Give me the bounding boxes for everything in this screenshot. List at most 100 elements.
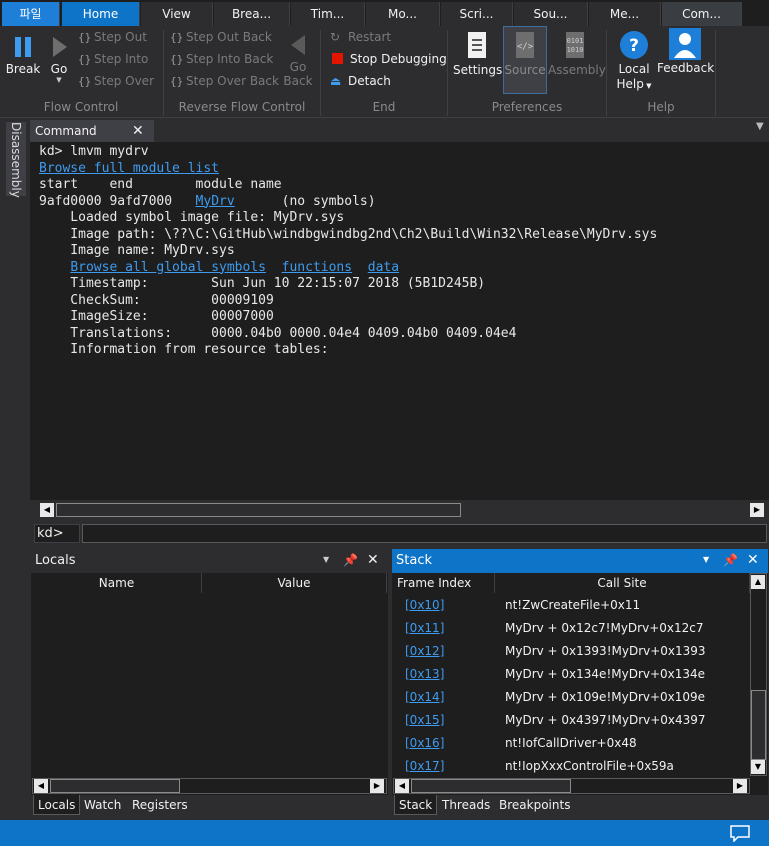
stack-col-frame-index[interactable]: Frame Index [393,573,495,593]
module-mydrv-link[interactable]: MyDrv [196,194,235,209]
stack-row[interactable]: [0x15] MyDrv + 0x4397!MyDrv+0x4397 [394,709,750,732]
step-into-back-button[interactable]: {} Step Into Back [170,52,273,66]
scroll-left-icon[interactable]: ◀ [395,779,409,793]
step-over-back-button[interactable]: {} Step Over Back [170,74,279,88]
pin-icon[interactable]: 📌 [343,553,358,567]
scroll-right-icon[interactable]: ▶ [370,779,384,793]
tab-view[interactable]: View [141,2,213,26]
tab-watch[interactable]: Watch [80,795,125,815]
browse-global-symbols-link[interactable]: Browse all global symbols [70,260,266,275]
functions-link[interactable]: functions [282,260,352,275]
scroll-up-icon[interactable]: ▲ [751,575,765,589]
source-button[interactable]: </> Source [503,26,547,94]
stack-row[interactable]: [0x14] MyDrv + 0x109e!MyDrv+0x109e [394,686,750,709]
tab-registers[interactable]: Registers [128,795,192,815]
frame-index-link[interactable]: [0x13] [405,663,444,686]
settings-button[interactable]: Settings [453,28,502,94]
step-over-back-icon: {} [170,75,184,88]
play-icon [53,37,67,57]
step-over-button[interactable]: {} Step Over [78,74,154,88]
frame-index-link[interactable]: [0x14] [405,686,444,709]
call-site: nt!IofCallDriver+0x48 [505,736,637,750]
go-back-button[interactable]: Go Back [282,30,314,96]
frame-index-link[interactable]: [0x16] [405,732,444,755]
tab-time-travel[interactable]: Tim... [291,2,365,26]
flow-control-group-label: Flow Control [43,100,119,114]
close-icon[interactable]: ✕ [747,552,759,568]
call-site: MyDrv + 0x109e!MyDrv+0x109e [505,690,706,704]
scrollbar-thumb[interactable] [50,779,180,793]
locals-col-name[interactable]: Name [32,573,202,593]
tab-scripting[interactable]: Scri... [441,2,513,26]
detach-button[interactable]: ⏏ Detach [330,74,391,88]
scroll-left-icon[interactable]: ◀ [34,779,48,793]
close-icon[interactable]: ✕ [367,552,379,568]
tab-breakpoints[interactable]: Brea... [214,2,290,26]
feedback-button[interactable]: Feedback [657,28,714,80]
frame-index-link[interactable]: [0x10] [405,594,444,617]
scrollbar-thumb[interactable] [751,690,766,760]
stack-row[interactable]: [0x12] MyDrv + 0x1393!MyDrv+0x1393 [394,640,750,663]
local-help-button[interactable]: ? Local Help ▼ [612,28,656,98]
frame-index-link[interactable]: [0x11] [405,617,444,640]
tab-memory[interactable]: Me... [589,2,661,26]
chevron-down-icon: ▼ [56,76,62,84]
tab-source[interactable]: Sou... [514,2,588,26]
output-line: Translations: 0000.04b0 0000.04e4 0409.0… [39,325,517,341]
locals-col-value[interactable]: Value [202,573,387,593]
ribbon-tab-bar: 파일 Home View Brea... Tim... Mo... Scri..… [0,0,769,26]
tab-stack[interactable]: Stack [394,795,438,815]
step-out-button[interactable]: {} Step Out [78,30,147,44]
tab-command[interactable]: Com... [662,2,742,26]
help-icon: ? [620,31,648,59]
scroll-left-icon[interactable]: ◀ [40,503,54,517]
step-into-icon: {} [78,53,92,66]
frame-index-link[interactable]: [0x15] [405,709,444,732]
stack-row[interactable]: [0x10] nt!ZwCreateFile+0x11 [394,594,750,617]
chevron-down-icon: ▼ [643,82,652,90]
break-label: Break [5,62,41,76]
scrollbar-thumb[interactable] [411,779,571,793]
svg-text:1010: 1010 [567,46,584,54]
disassembly-side-tab[interactable]: Disassembly [6,122,26,198]
data-link[interactable]: data [368,260,399,275]
break-button[interactable]: Break [4,30,42,86]
tab-threads[interactable]: Threads [438,795,494,815]
close-icon[interactable]: ✕ [132,120,146,142]
tab-locals[interactable]: Locals [33,795,81,815]
output-line: CheckSum: 00009109 [39,292,274,308]
window-menu-icon[interactable]: ▼ [756,121,764,132]
tab-model[interactable]: Mo... [366,2,440,26]
stack-row[interactable]: [0x17] nt!IopXxxControlFile+0x59a [394,755,750,778]
tab-breakpoints-pane[interactable]: Breakpoints [495,795,574,815]
scroll-down-icon[interactable]: ▼ [751,760,765,774]
stack-row[interactable]: [0x13] MyDrv + 0x134e!MyDrv+0x134e [394,663,750,686]
command-input[interactable] [82,524,767,543]
scroll-right-icon[interactable]: ▶ [733,779,747,793]
frame-index-link[interactable]: [0x12] [405,640,444,663]
pin-icon[interactable]: 📌 [723,553,738,567]
stack-row[interactable]: [0x16] nt!IofCallDriver+0x48 [394,732,750,755]
stop-debugging-button[interactable]: Stop Debugging [330,52,447,66]
step-out-back-button[interactable]: {} Step Out Back [170,30,272,44]
command-horizontal-scrollbar[interactable]: ◀ ▶ [30,500,769,520]
chevron-down-icon[interactable]: ▼ [323,555,329,564]
frame-index-link[interactable]: [0x17] [405,755,444,778]
tab-home[interactable]: Home [62,2,140,26]
stack-row[interactable]: [0x11] MyDrv + 0x12c7!MyDrv+0x12c7 [394,617,750,640]
stack-pane-title: Stack [392,549,768,573]
output-line: Browse all global symbols functions data [39,260,769,277]
call-site: MyDrv + 0x4397!MyDrv+0x4397 [505,713,706,727]
chevron-down-icon[interactable]: ▼ [703,555,709,564]
browse-module-list-link[interactable]: Browse full module list [39,161,219,176]
tab-file[interactable]: 파일 [2,2,60,26]
scroll-right-icon[interactable]: ▶ [750,503,764,517]
assembly-button[interactable]: 0101 1010 Assembly [548,28,606,94]
step-over-icon: {} [78,75,92,88]
stack-col-call-site[interactable]: Call Site [495,573,750,593]
scrollbar-thumb[interactable] [56,503,461,517]
restart-button[interactable]: ↻ Restart [330,30,391,44]
go-button[interactable]: Go ▼ [45,30,73,96]
feedback-chat-icon[interactable] [729,824,751,842]
step-into-button[interactable]: {} Step Into [78,52,148,66]
